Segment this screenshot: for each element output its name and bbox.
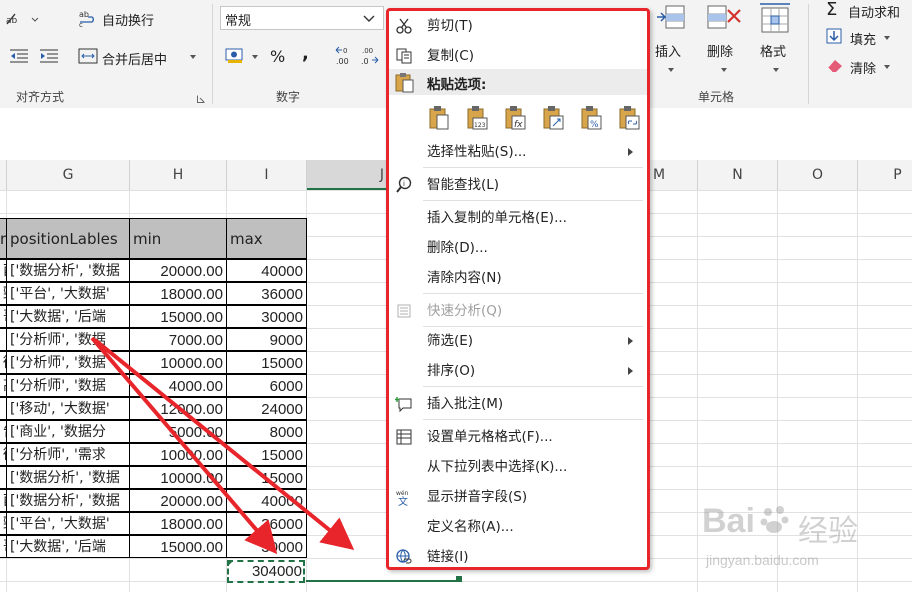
menu-item-show-phonetic[interactable]: wén 文 显示拼音字段(S) xyxy=(389,484,647,510)
paste-icon[interactable] xyxy=(427,105,451,131)
svg-text:文: 文 xyxy=(398,495,408,506)
menu-item-link[interactable]: 链接(I) xyxy=(389,544,647,570)
arrow-to-cell xyxy=(93,338,355,551)
submenu-arrow-icon xyxy=(628,148,633,156)
menu-item-clear-contents[interactable]: 清除内容(N) xyxy=(389,265,647,291)
paste-formatting-icon[interactable]: % xyxy=(579,105,603,131)
clipboard-icon xyxy=(393,71,415,93)
menu-item-cut[interactable]: 剪切(T) xyxy=(389,13,647,39)
watermark: Bai 经验 jingyan.baidu.com xyxy=(698,500,908,588)
menu-item-delete[interactable]: 删除(D)... xyxy=(389,235,647,261)
watermark-brand: Bai xyxy=(702,502,755,540)
paste-formulas-icon[interactable]: fx xyxy=(503,105,527,131)
watermark-brand-cn: 经验 xyxy=(798,514,858,549)
menu-item-smart-lookup[interactable]: i 智能查找(L) xyxy=(389,172,647,198)
paste-transpose-icon[interactable] xyxy=(541,105,565,131)
svg-text:123: 123 xyxy=(474,122,486,129)
menu-item-copy[interactable]: 复制(C) xyxy=(389,43,647,69)
phonetic-icon: wén 文 xyxy=(395,488,413,508)
svg-text:i: i xyxy=(403,180,405,188)
menu-item-paste-special[interactable]: 选择性粘贴(S)... xyxy=(389,139,647,165)
arrow-to-sum xyxy=(90,336,278,555)
paste-options-header: 粘贴选项: xyxy=(389,69,647,95)
menu-item-sort[interactable]: 排序(O) xyxy=(389,358,647,384)
link-globe-icon xyxy=(395,548,413,566)
paw-logo-icon xyxy=(760,504,790,536)
format-cells-icon xyxy=(395,428,413,446)
menu-item-quick-analysis: 快速分析(Q) xyxy=(389,298,647,324)
scissors-icon xyxy=(395,17,413,35)
paste-link-icon[interactable] xyxy=(617,105,641,131)
menu-item-insert-copied-cells[interactable]: 插入复制的单元格(E)... xyxy=(389,205,647,231)
quick-analysis-icon xyxy=(395,302,413,320)
context-menu: 剪切(T) 复制(C) 粘贴选项: 123 fx % 选择性粘贴(S)... i… xyxy=(386,8,650,570)
svg-text:%: % xyxy=(590,120,599,130)
menu-item-define-name[interactable]: 定义名称(A)... xyxy=(389,514,647,540)
svg-text:fx: fx xyxy=(514,120,523,130)
copy-icon xyxy=(395,47,413,65)
submenu-arrow-icon xyxy=(628,367,633,375)
submenu-arrow-icon xyxy=(628,337,633,345)
menu-item-format-cells[interactable]: 设置单元格格式(F)... xyxy=(389,424,647,450)
comment-icon xyxy=(395,395,413,413)
menu-item-pick-from-list[interactable]: 从下拉列表中选择(K)... xyxy=(389,454,647,480)
menu-item-filter[interactable]: 筛选(E) xyxy=(389,328,647,354)
watermark-url: jingyan.baidu.com xyxy=(706,552,819,568)
smart-lookup-icon: i xyxy=(395,176,413,194)
svg-text:wén: wén xyxy=(396,490,409,497)
paste-values-icon[interactable]: 123 xyxy=(465,105,489,131)
menu-item-insert-comment[interactable]: 插入批注(M) xyxy=(389,391,647,417)
